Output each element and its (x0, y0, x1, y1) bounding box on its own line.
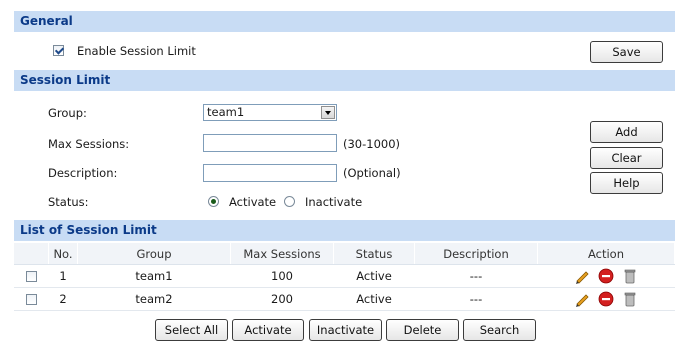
column-header-status: Status (333, 243, 415, 265)
row-status: Active (333, 264, 415, 288)
row-group: team1 (77, 264, 231, 288)
row-select-checkbox[interactable] (25, 294, 37, 305)
max-sessions-label: Max Sessions: (48, 137, 130, 151)
column-header-action: Action (537, 243, 675, 265)
column-header-description: Description (414, 243, 538, 265)
enable-session-limit-checkbox[interactable] (53, 45, 64, 56)
enable-session-limit-label: Enable Session Limit (77, 44, 196, 58)
row-no: 2 (48, 287, 78, 311)
description-label: Description: (48, 166, 118, 180)
delete-button[interactable]: Delete (386, 319, 459, 341)
row-group: team2 (77, 287, 231, 311)
row-action-cell (537, 264, 675, 288)
group-label: Group: (48, 106, 87, 120)
session-limit-section-header: Session Limit (14, 70, 675, 91)
group-select-value: team1 (207, 105, 245, 119)
table-header-row: No. Group Max Sessions Status Descriptio… (14, 243, 675, 265)
description-input[interactable] (203, 164, 337, 182)
select-column-header (14, 243, 49, 265)
table-row: 2 team2 200 Active --- (14, 287, 675, 311)
row-select-cell (14, 264, 49, 288)
status-activate-radio[interactable] (208, 196, 219, 207)
table-row: 1 team1 100 Active --- (14, 264, 675, 288)
max-sessions-input[interactable] (203, 134, 337, 152)
row-select-checkbox[interactable] (25, 271, 37, 282)
status-label: Status: (48, 195, 89, 209)
edit-pencil-icon[interactable] (574, 291, 590, 307)
delete-trash-icon[interactable] (622, 268, 638, 284)
row-description: --- (414, 264, 538, 288)
description-hint: (Optional) (343, 166, 401, 180)
select-all-button[interactable]: Select All (155, 319, 228, 341)
add-button[interactable]: Add (590, 121, 663, 143)
row-description: --- (414, 287, 538, 311)
clear-button[interactable]: Clear (590, 147, 663, 169)
max-sessions-hint: (30-1000) (343, 137, 401, 151)
disable-icon[interactable] (598, 291, 614, 307)
inactivate-button[interactable]: Inactivate (309, 319, 382, 341)
list-section-header: List of Session Limit (14, 220, 675, 241)
row-action-cell (537, 287, 675, 311)
disable-icon[interactable] (598, 268, 614, 284)
column-header-no: No. (48, 243, 78, 265)
general-section-header: General (14, 11, 675, 32)
help-button[interactable]: Help (590, 172, 663, 194)
row-no: 1 (48, 264, 78, 288)
session-limit-table: No. Group Max Sessions Status Descriptio… (14, 243, 675, 311)
row-max-sessions: 200 (230, 287, 334, 311)
save-button[interactable]: Save (590, 41, 663, 63)
row-status: Active (333, 287, 415, 311)
status-inactivate-radio[interactable] (284, 196, 295, 207)
edit-pencil-icon[interactable] (574, 268, 590, 284)
group-select[interactable]: team1 (203, 104, 337, 121)
activate-button[interactable]: Activate (232, 319, 304, 341)
status-activate-label: Activate (229, 195, 277, 209)
row-max-sessions: 100 (230, 264, 334, 288)
column-header-group: Group (77, 243, 231, 265)
search-button[interactable]: Search (463, 319, 536, 341)
status-inactivate-label: Inactivate (305, 195, 363, 209)
column-header-max-sessions: Max Sessions (230, 243, 334, 265)
delete-trash-icon[interactable] (622, 291, 638, 307)
chevron-down-icon[interactable] (321, 106, 335, 119)
row-select-cell (14, 287, 49, 311)
